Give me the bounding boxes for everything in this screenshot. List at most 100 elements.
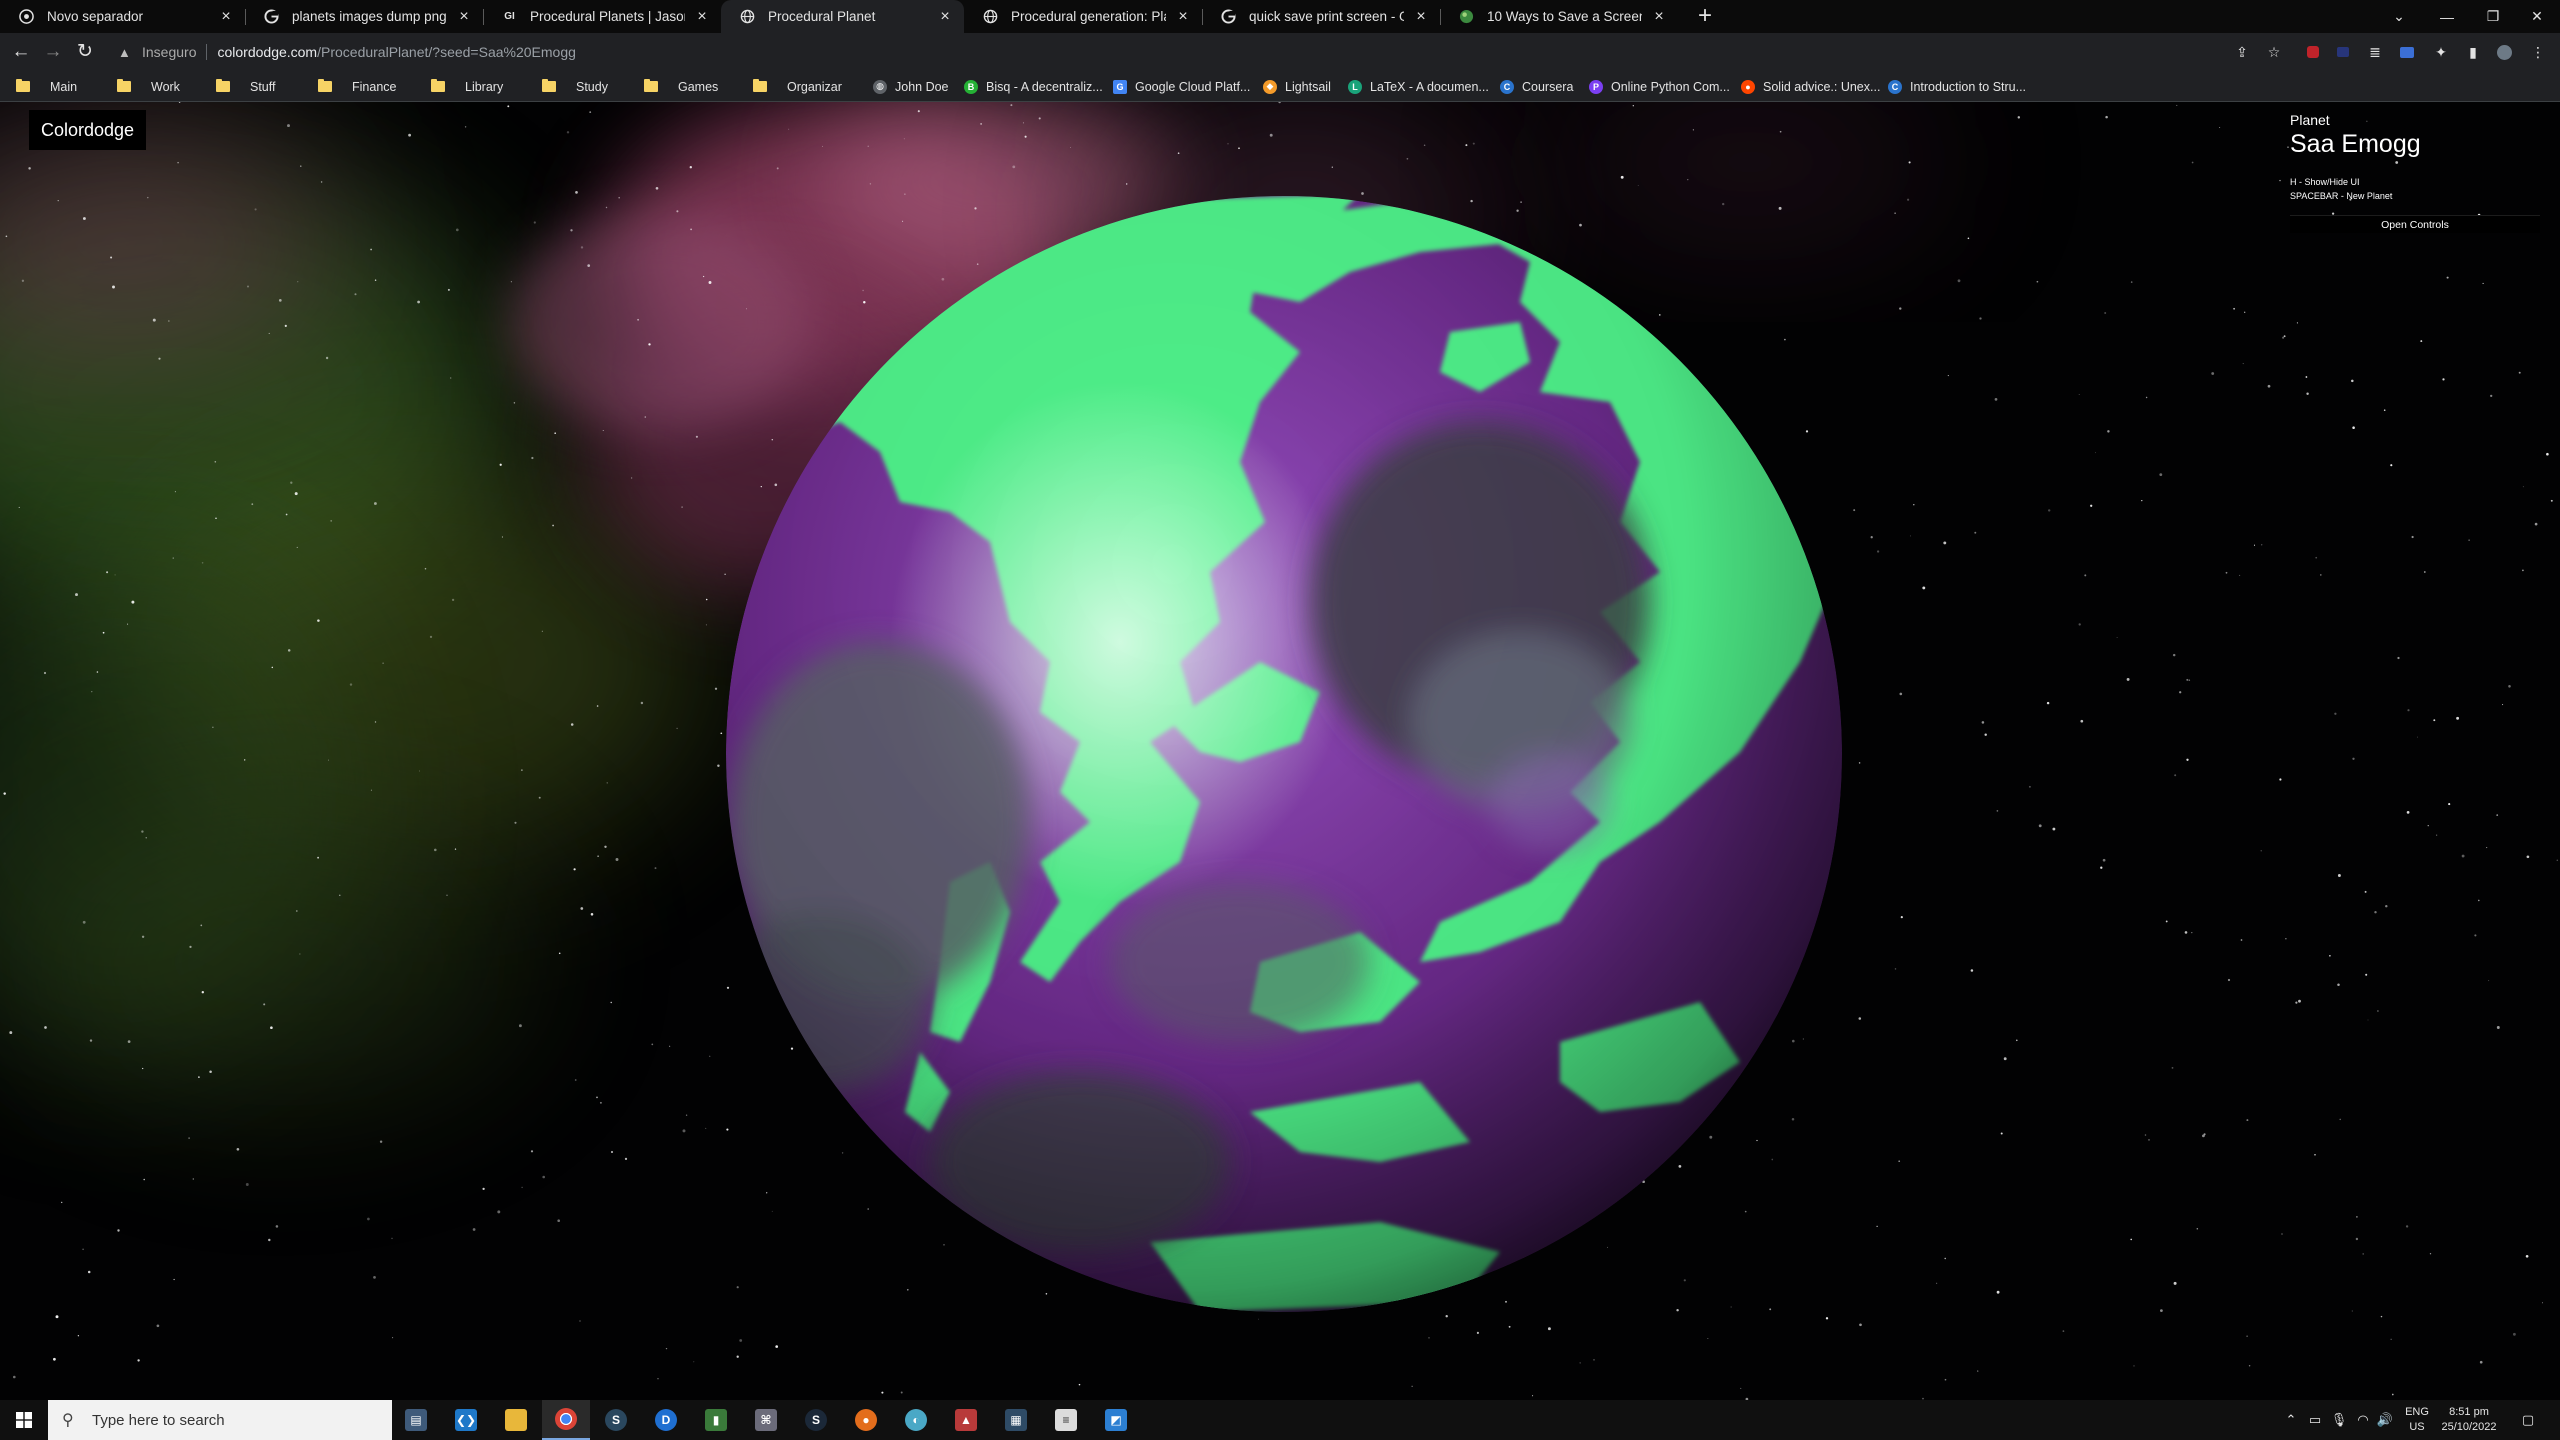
- close-window-icon[interactable]: ✕: [2514, 0, 2560, 33]
- file-explorer-icon[interactable]: [492, 1400, 540, 1440]
- tab-strip: Novo separador × planets images dump png…: [0, 0, 2560, 33]
- tab-title: planets images dump png - Goo: [292, 9, 447, 24]
- extension-screen-icon[interactable]: [2397, 42, 2417, 62]
- close-icon[interactable]: ×: [1650, 8, 1668, 26]
- side-panel-icon[interactable]: ▮: [2463, 42, 2483, 62]
- hint-new-planet: SPACEBAR - New Planet: [2290, 191, 2393, 201]
- back-icon[interactable]: ←: [9, 40, 33, 64]
- bookmark-label: Stuff: [250, 79, 276, 94]
- bookmark-bisq[interactable]: B Bisq - A decentraliz...: [964, 71, 1103, 102]
- new-tab-button[interactable]: +: [1692, 4, 1718, 30]
- language-indicator[interactable]: ENG US: [2394, 1405, 2440, 1435]
- open-controls-button[interactable]: Open Controls: [2290, 215, 2540, 233]
- close-icon[interactable]: ×: [693, 8, 711, 26]
- app-orange-icon[interactable]: ●: [842, 1400, 890, 1440]
- close-icon[interactable]: ×: [1174, 8, 1192, 26]
- tray-device-icon[interactable]: ▭: [2304, 1400, 2326, 1440]
- bookmark-folder-stuff[interactable]: Stuff: [216, 71, 275, 102]
- app-red-icon[interactable]: ▲: [942, 1400, 990, 1440]
- bookmark-label: Bisq - A decentraliz...: [986, 79, 1103, 94]
- planet-shading: [726, 196, 1842, 1312]
- profile-icon[interactable]: [2494, 42, 2514, 62]
- volume-icon[interactable]: 🔊: [2374, 1400, 2396, 1440]
- bookmark-folder-library[interactable]: Library: [431, 71, 503, 102]
- minimize-icon[interactable]: —: [2424, 0, 2470, 33]
- steam-icon[interactable]: S: [592, 1400, 640, 1440]
- brand-logo[interactable]: Colordodge: [29, 110, 147, 150]
- close-icon[interactable]: ×: [217, 8, 235, 26]
- close-icon[interactable]: ×: [936, 8, 954, 26]
- globe-icon: [739, 8, 756, 25]
- close-icon[interactable]: ×: [455, 8, 473, 26]
- tab-5[interactable]: quick save print screen - Google ×: [1202, 0, 1440, 33]
- notepad-icon[interactable]: ≡: [1042, 1400, 1090, 1440]
- bookmark-folder-work[interactable]: Work: [117, 71, 180, 102]
- tab-2[interactable]: GI Procedural Planets | Jason K. Sm ×: [483, 0, 721, 33]
- bookmark-label: Solid advice.: Unex...: [1763, 79, 1881, 94]
- task-view-icon[interactable]: ▤: [392, 1400, 440, 1440]
- forward-icon[interactable]: →: [41, 40, 65, 64]
- calculator-icon[interactable]: ▦: [992, 1400, 1040, 1440]
- tab-title: Procedural Planet: [768, 9, 876, 24]
- bookmark-coursera[interactable]: C Coursera: [1500, 71, 1573, 102]
- network-icon[interactable]: ◠: [2352, 1400, 2374, 1440]
- system-clock[interactable]: 8:51 pm 25/10/2022: [2438, 1405, 2500, 1435]
- bookmark-folder-main[interactable]: Main: [16, 71, 77, 102]
- notifications-icon[interactable]: ▢: [2508, 1400, 2548, 1440]
- extension-blue-icon[interactable]: [2333, 42, 2353, 62]
- extension-red-icon[interactable]: [2303, 42, 2323, 62]
- app-cyan-icon[interactable]: ◐: [892, 1400, 940, 1440]
- planet-icon: [1458, 8, 1475, 25]
- tab-search-icon[interactable]: ⌄: [2374, 0, 2424, 33]
- security-label[interactable]: Inseguro: [142, 44, 196, 60]
- search-placeholder: Type here to search: [92, 1411, 225, 1429]
- tab-1[interactable]: planets images dump png - Goo ×: [245, 0, 483, 33]
- app-blue-icon[interactable]: D: [642, 1400, 690, 1440]
- tab-4[interactable]: Procedural generation: Planet ge ×: [964, 0, 1202, 33]
- bookmark-label: Coursera: [1522, 79, 1574, 94]
- tab-0[interactable]: Novo separador ×: [0, 0, 245, 33]
- app-photos-icon[interactable]: ◩: [1092, 1400, 1140, 1440]
- windows-start-icon[interactable]: [0, 1400, 48, 1440]
- keyboard-region: US: [2409, 1421, 2425, 1433]
- folder-icon: [216, 79, 230, 92]
- bookmark-folder-study[interactable]: Study: [542, 71, 608, 102]
- tab-title: Procedural generation: Planet ge: [1011, 9, 1166, 24]
- extension-stack-icon[interactable]: ≣: [2365, 42, 2385, 62]
- folder-icon: [431, 79, 445, 92]
- steam-icon[interactable]: S: [792, 1400, 840, 1440]
- bookmark-online-python[interactable]: P Online Python Com...: [1589, 71, 1730, 102]
- bookmark-folder-finance[interactable]: Finance: [318, 71, 396, 102]
- address-bar[interactable]: ▲ Inseguro colordodge.com/ProceduralPlan…: [108, 36, 2278, 68]
- latex-icon: L: [1348, 79, 1362, 94]
- bookmark-google-cloud[interactable]: G Google Cloud Platf...: [1113, 71, 1250, 102]
- bookmark-latex[interactable]: L LaTeX - A documen...: [1348, 71, 1489, 102]
- menu-dots-icon[interactable]: ⋮: [2528, 42, 2548, 62]
- bookmark-folder-games[interactable]: Games: [644, 71, 718, 102]
- microphone-icon[interactable]: 🎙: [2328, 1400, 2350, 1440]
- tray-chevron-icon[interactable]: ⌃: [2280, 1400, 2302, 1440]
- bookmark-john-doe[interactable]: ◍ John Doe: [873, 71, 949, 102]
- planet-viewport[interactable]: Colordodge Planet Saa Emogg H - Show/Hid…: [0, 102, 2560, 1400]
- warning-icon: ▲: [118, 44, 131, 60]
- restore-icon[interactable]: ❐: [2470, 0, 2516, 33]
- chrome-icon[interactable]: [542, 1400, 590, 1440]
- share-icon[interactable]: ⇪: [2232, 42, 2252, 62]
- python-icon: P: [1589, 79, 1603, 94]
- tab-6[interactable]: 10 Ways to Save a Screenshot - e ×: [1440, 0, 1678, 33]
- close-icon[interactable]: ×: [1412, 8, 1430, 26]
- gi-icon: GI: [504, 11, 515, 22]
- reload-icon[interactable]: ↻: [73, 40, 97, 64]
- app-grey-icon[interactable]: ⌘: [742, 1400, 790, 1440]
- bookmark-lightsail[interactable]: ◆ Lightsail: [1263, 71, 1331, 102]
- vscode-icon[interactable]: ❮❯: [442, 1400, 490, 1440]
- bookmark-solid-advice[interactable]: ● Solid advice.: Unex...: [1741, 71, 1880, 102]
- bookmark-label: Online Python Com...: [1611, 79, 1730, 94]
- taskbar-search[interactable]: ⚲ Type here to search: [48, 1400, 392, 1440]
- extensions-puzzle-icon[interactable]: ✦: [2431, 42, 2451, 62]
- bookmark-intro-structures[interactable]: C Introduction to Stru...: [1888, 71, 2026, 102]
- bookmark-folder-organizar[interactable]: Organizar: [753, 71, 842, 102]
- bookmark-star-icon[interactable]: ☆: [2264, 42, 2284, 62]
- tab-3[interactable]: Procedural Planet ×: [721, 0, 964, 33]
- app-green-icon[interactable]: ▮: [692, 1400, 740, 1440]
